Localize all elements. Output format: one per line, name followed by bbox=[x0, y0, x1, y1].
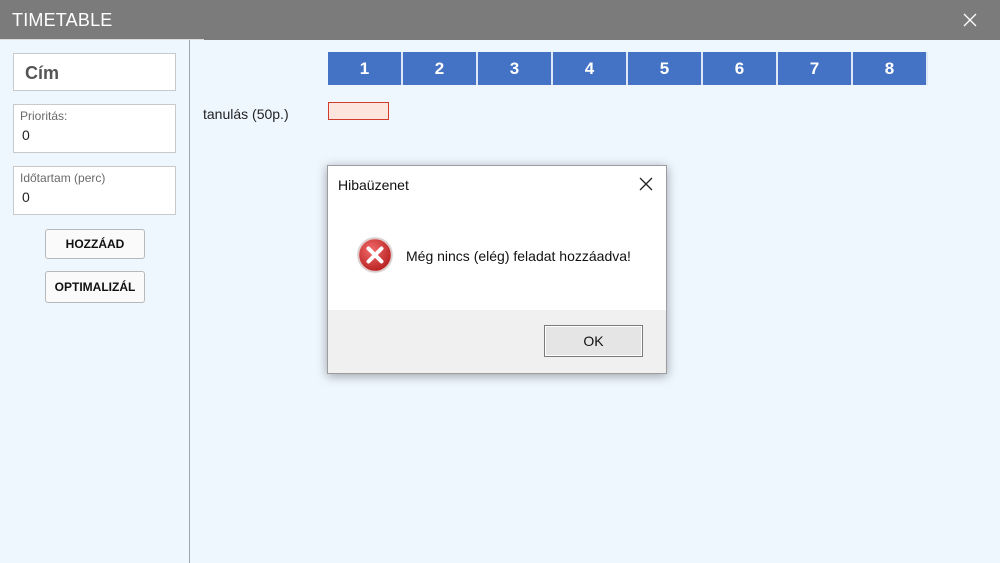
dialog-message: Még nincs (elég) feladat hozzáadva! bbox=[406, 248, 631, 264]
dialog-footer: OK bbox=[328, 310, 666, 373]
task-bar[interactable] bbox=[328, 102, 389, 120]
ok-button[interactable]: OK bbox=[544, 325, 643, 357]
window-close-button[interactable] bbox=[940, 0, 1000, 40]
error-icon bbox=[356, 236, 394, 274]
slot-3: 3 bbox=[478, 52, 553, 85]
slot-header: 1 2 3 4 5 6 7 8 bbox=[328, 52, 928, 85]
priority-value: 0 bbox=[22, 127, 30, 143]
slot-2: 2 bbox=[403, 52, 478, 85]
optimize-button[interactable]: OPTIMALIZÁL bbox=[45, 271, 145, 303]
title-value: Cím bbox=[25, 63, 60, 83]
duration-value: 0 bbox=[22, 189, 30, 205]
slot-5: 5 bbox=[628, 52, 703, 85]
slot-6: 6 bbox=[703, 52, 778, 85]
task-label: tanulás (50p.) bbox=[203, 106, 289, 122]
add-button[interactable]: HOZZÁAD bbox=[45, 229, 145, 259]
window-title: TIMETABLE bbox=[12, 10, 113, 30]
duration-label: Időtartam (perc) bbox=[20, 171, 106, 185]
priority-label: Prioritás: bbox=[20, 109, 68, 123]
slot-1: 1 bbox=[328, 52, 403, 85]
close-icon[interactable] bbox=[638, 176, 654, 192]
priority-field[interactable]: Prioritás: 0 bbox=[13, 104, 176, 153]
title-field[interactable]: Cím bbox=[13, 53, 176, 91]
duration-field[interactable]: Időtartam (perc) 0 bbox=[13, 166, 176, 215]
sidebar: Cím Prioritás: 0 Időtartam (perc) 0 HOZZ… bbox=[0, 40, 190, 563]
close-icon bbox=[963, 13, 977, 27]
slot-4: 4 bbox=[553, 52, 628, 85]
slot-7: 7 bbox=[778, 52, 853, 85]
title-bar: TIMETABLE bbox=[0, 0, 1000, 40]
error-dialog: Hibaüzenet Még nincs (elég) feladat hozz… bbox=[327, 165, 667, 374]
dialog-title: Hibaüzenet bbox=[338, 177, 409, 193]
slot-8: 8 bbox=[853, 52, 928, 85]
